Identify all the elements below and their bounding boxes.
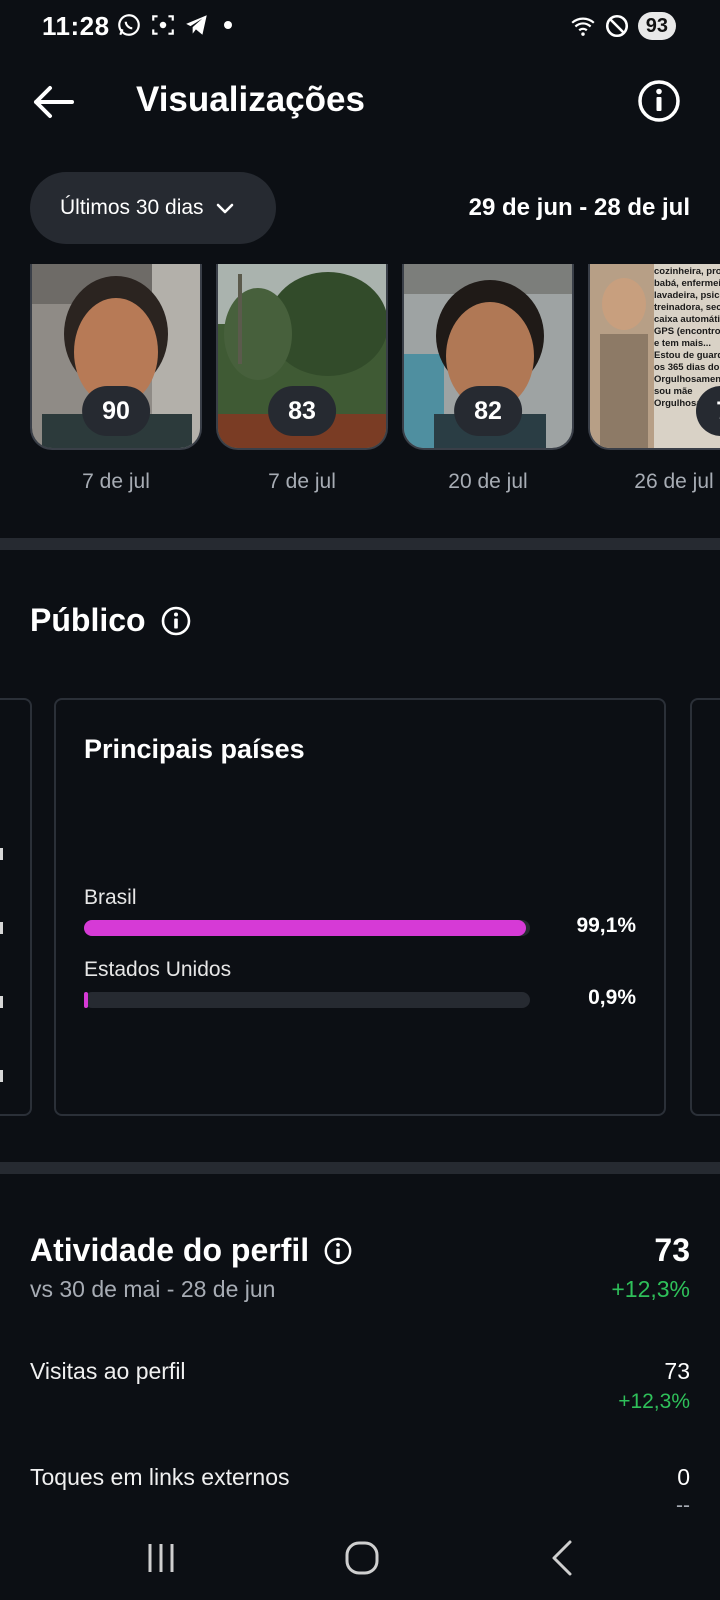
thumbnail-caption-line: e tem mais... — [654, 338, 711, 349]
peek-mark — [0, 1070, 3, 1082]
country-bar-fill — [84, 920, 526, 936]
peek-mark — [0, 848, 3, 860]
date-range-dropdown-label: Últimos 30 dias — [60, 196, 204, 219]
dot-icon — [224, 21, 232, 29]
previous-audience-card[interactable] — [0, 698, 32, 1116]
status-bar: 11:28 93 — [0, 0, 720, 56]
metric-change: -- — [676, 1494, 690, 1517]
info-icon[interactable] — [636, 78, 682, 124]
activity-total: 73 — [654, 1232, 690, 1268]
info-icon[interactable] — [160, 605, 192, 637]
thumbnail-item[interactable]: 82 — [402, 264, 574, 450]
date-range-dropdown[interactable]: Últimos 30 dias — [30, 172, 276, 244]
thumbnail-caption-line: Orgulhosament — [654, 374, 720, 385]
telegram-icon — [186, 15, 207, 35]
metric-value: 73 — [664, 1358, 690, 1384]
section-divider — [0, 1162, 720, 1174]
thumbnail-caption-line: caixa automáti — [654, 314, 720, 325]
metric-label: Visitas ao perfil — [30, 1358, 186, 1384]
thumbnail-caption-line: os 365 dias do a — [654, 362, 720, 373]
whatsapp-icon — [118, 14, 140, 36]
thumbnail-caption-line: lavadeira, psico — [654, 290, 720, 301]
thumbnail-item[interactable]: 83 — [216, 264, 388, 450]
thumbnail-date: 20 de jul — [448, 470, 528, 493]
audience-title: Público — [30, 602, 146, 638]
recent-apps-icon[interactable] — [131, 1530, 191, 1586]
activity-total-change: +12,3% — [611, 1276, 690, 1302]
do-not-disturb-icon — [605, 14, 628, 38]
screen: 11:28 93 Visualizações Últimos 30 dias 2… — [0, 0, 720, 1600]
metric-change: +12,3% — [618, 1390, 690, 1413]
top-countries-card: Principais países Brasil 99,1% Estados U… — [54, 698, 666, 1116]
status-time: 11:28 — [42, 11, 110, 41]
view-count-badge: 83 — [268, 386, 336, 436]
activity-section-title: Atividade do perfil — [30, 1232, 353, 1269]
filter-row: Últimos 30 dias 29 de jun - 28 de jul — [0, 172, 720, 246]
home-icon[interactable] — [332, 1530, 392, 1586]
arrow-left-icon[interactable] — [28, 80, 76, 124]
status-right-icons: 93 — [570, 12, 676, 40]
thumbnail-caption-line: sou mãe — [654, 386, 693, 397]
thumbnail-item[interactable]: cozinheira, pro babá, enfermei lavadeira… — [588, 264, 720, 450]
country-percentage: 0,9% — [588, 986, 636, 1009]
system-navigation-bar — [0, 1516, 720, 1600]
wifi-icon — [571, 17, 595, 36]
screenshot-icon — [152, 15, 174, 35]
battery-icon: 93 — [637, 12, 676, 40]
country-label: Estados Unidos — [84, 958, 232, 981]
info-icon[interactable] — [323, 1236, 353, 1266]
view-count-badge: 90 — [82, 386, 150, 436]
activity-compare-period: vs 30 de mai - 28 de jun — [30, 1276, 276, 1302]
date-range-text: 29 de jun - 28 de jul — [468, 194, 690, 221]
country-bar-track — [84, 920, 530, 936]
country-bar-fill — [84, 992, 88, 1008]
thumbnail-caption-line: GPS (encontro — [654, 326, 720, 337]
thumbnail-caption-line: Estou de guard — [654, 350, 720, 361]
section-divider — [0, 538, 720, 550]
thumbnail-caption-line: treinadora, sec — [654, 302, 720, 313]
status-left-icons — [116, 12, 232, 38]
activity-title: Atividade do perfil — [30, 1232, 310, 1268]
country-bar-track — [84, 992, 530, 1008]
view-count-badge: 82 — [454, 386, 522, 436]
metric-label: Toques em links externos — [30, 1464, 290, 1490]
back-icon[interactable] — [534, 1530, 594, 1586]
country-label: Brasil — [84, 886, 137, 909]
country-percentage: 99,1% — [576, 914, 636, 937]
app-header: Visualizações — [0, 72, 720, 132]
peek-mark — [0, 996, 3, 1008]
chevron-down-icon — [216, 203, 233, 214]
card-title: Principais países — [84, 734, 305, 764]
thumbnail-caption-line: cozinheira, pro — [654, 266, 720, 277]
peek-mark — [0, 922, 3, 934]
thumbnail-date: 26 de jul — [634, 470, 714, 493]
thumbnail-item[interactable]: 90 — [30, 264, 202, 450]
audience-section-title: Público — [30, 602, 192, 639]
metric-value: 0 — [677, 1464, 690, 1490]
next-audience-card[interactable] — [690, 698, 720, 1116]
content-thumbnails: 90 83 82 cozinheira, pro babá, enfermei … — [0, 264, 720, 500]
thumbnail-caption-line: babá, enfermei — [654, 278, 720, 289]
thumbnail-date: 7 de jul — [268, 470, 336, 493]
thumbnail-date: 7 de jul — [82, 470, 150, 493]
page-title: Visualizações — [136, 80, 365, 119]
